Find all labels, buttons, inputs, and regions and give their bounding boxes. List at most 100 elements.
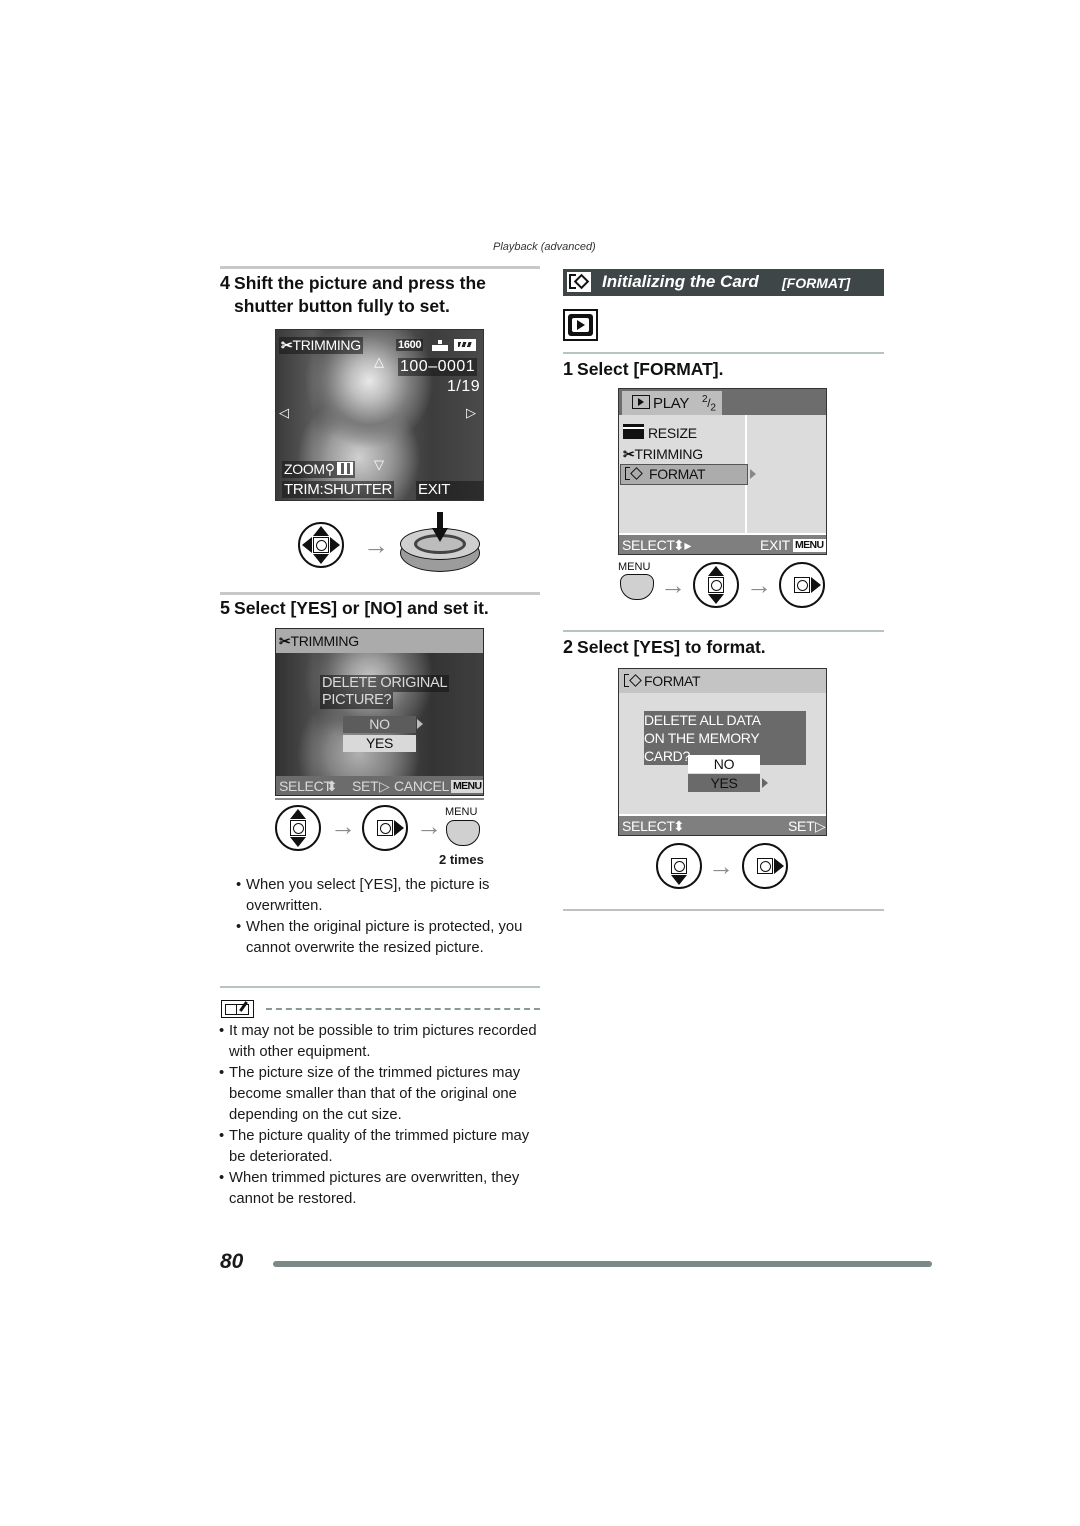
- option-pointer-icon: [417, 719, 423, 729]
- down-arrow-icon: ▽: [374, 457, 384, 472]
- screen-title-bar: FORMAT: [619, 669, 826, 693]
- select-label: SELECT: [622, 818, 675, 834]
- menu-item-label: FORMAT: [649, 466, 706, 482]
- right-arrow-icon: ▷: [466, 405, 476, 420]
- option-no[interactable]: NO: [688, 755, 760, 773]
- step-title-line: shutter button fully to set.: [234, 296, 450, 316]
- arrow-right-icon: →: [746, 570, 772, 600]
- frame-count: 1/19: [447, 378, 481, 395]
- step-5-heading: 5 Select [YES] or [NO] and set it.: [220, 597, 540, 620]
- format-icon: [625, 467, 645, 481]
- divider: [563, 630, 884, 632]
- option-yes[interactable]: YES: [343, 735, 416, 752]
- format-icon: [624, 674, 644, 688]
- screen-bottom-bar: SELECT ⬍ SET ▷: [619, 816, 826, 835]
- menu-label: MENU: [618, 561, 651, 573]
- question-line: DELETE ALL DATA: [644, 712, 761, 728]
- menu-key-icon: MENU: [451, 780, 483, 793]
- menu-item-resize[interactable]: RESIZE: [623, 424, 743, 442]
- divider: [220, 592, 540, 595]
- menu-item-trimming[interactable]: ✂TRIMMING: [623, 445, 743, 463]
- screen-bottom-bar: SELECT ⬍▸ EXIT MENU: [619, 535, 826, 554]
- trim-shutter-label: TRIM:SHUTTER: [282, 481, 395, 498]
- file-number: 100–0001: [398, 358, 478, 376]
- up-down-right-icon: ⬍▸: [673, 537, 692, 553]
- page-num: 2: [702, 394, 708, 405]
- set-label: SET: [352, 778, 379, 794]
- option-pointer-icon: [762, 778, 768, 788]
- page-den: 2: [710, 402, 716, 414]
- section-title: Initializing the Card: [602, 272, 759, 291]
- zoom-label: ZOOM⚲: [282, 461, 355, 478]
- divider: [563, 352, 884, 354]
- option-no[interactable]: NO: [343, 716, 416, 733]
- question-line: DELETE ORIGINAL: [320, 675, 450, 692]
- note-item: It may not be possible to trim pictures …: [219, 1021, 539, 1063]
- divider: [220, 266, 540, 269]
- submenu-arrow-icon: [750, 469, 756, 479]
- cursor-dial-all-directions: [298, 522, 344, 568]
- page-number: 80: [220, 1250, 244, 1273]
- exit-label: EXITMENU: [416, 481, 483, 500]
- step-1-heading: 1 Select [FORMAT].: [563, 358, 884, 381]
- exit-text: EXIT: [418, 481, 451, 498]
- note-item: When trimmed pictures are overwritten, t…: [219, 1168, 539, 1210]
- mode-label-text: TRIMMING: [292, 337, 361, 353]
- arrow-right-icon: →: [416, 811, 442, 841]
- cursor-dial-right: [742, 843, 788, 889]
- cursor-dial-right: [362, 805, 408, 851]
- divider: [275, 798, 484, 800]
- section-header-format: Initializing the Card [FORMAT]: [563, 269, 884, 296]
- step-title-text: Select [YES] to format.: [577, 637, 766, 657]
- notes-list: It may not be possible to trim pictures …: [219, 1021, 539, 1210]
- right-arrow-icon: ▷: [815, 818, 826, 834]
- arrow-right-icon: →: [660, 570, 686, 600]
- bullet-item: When you select [YES], the picture is ov…: [236, 875, 536, 917]
- tab-label: PLAY: [653, 395, 690, 412]
- right-arrow-icon: ▷: [379, 778, 390, 794]
- play-icon: [632, 395, 650, 409]
- up-down-icon: ⬍: [326, 778, 338, 794]
- shutter-button-icon: [400, 512, 482, 576]
- option-yes[interactable]: YES: [688, 774, 760, 792]
- step-4-heading: 4 Shift the picture and press the shutter …: [220, 272, 540, 318]
- battery-icon: [454, 339, 476, 351]
- page-indicator: 2/2: [702, 394, 716, 414]
- up-arrow-icon: △: [374, 354, 384, 369]
- step-number: 1: [563, 359, 574, 379]
- magnifier-icon: ⚲: [324, 461, 335, 477]
- playback-mode-icon: [563, 309, 598, 341]
- divider: [563, 909, 884, 911]
- menu-label: MENU: [445, 806, 478, 818]
- mode-label-text: TRIMMING: [290, 633, 359, 649]
- screen-bottom-bar: SELECT ⬍ SET ▷ CANCEL MENU: [276, 776, 483, 795]
- menu-item-label: TRIMMING: [634, 446, 703, 462]
- left-arrow-icon: ◁: [279, 405, 289, 420]
- step-title-line: Shift the picture and press the: [234, 273, 486, 293]
- divider: [220, 986, 540, 988]
- cursor-dial-up-down: [693, 562, 739, 608]
- resize-icon: [623, 424, 644, 439]
- menu-item-format[interactable]: FORMAT: [620, 464, 748, 485]
- format-icon: [567, 272, 591, 292]
- select-label: SELECT: [279, 778, 332, 794]
- menu-button-icon: [446, 820, 480, 846]
- scissors-icon: ✂: [281, 337, 293, 353]
- running-head: Playback (advanced): [493, 241, 596, 253]
- grid-icon: [336, 462, 353, 475]
- camera-screen-delete-original: ✂TRIMMING DELETE ORIGINAL PICTURE? NO YE…: [275, 628, 484, 796]
- camera-screen-format-confirm: FORMAT DELETE ALL DATA ON THE MEMORY CAR…: [618, 668, 827, 836]
- bullet-item: When the original picture is protected, …: [236, 917, 536, 959]
- tab-play[interactable]: PLAY 2/2: [622, 391, 722, 415]
- exit-label: EXIT: [760, 537, 790, 553]
- cancel-label: CANCEL: [394, 778, 449, 794]
- step-5-notes: When you select [YES], the picture is ov…: [236, 875, 536, 959]
- arrow-right-icon: →: [708, 851, 734, 881]
- step-2-heading: 2 Select [YES] to format.: [563, 636, 884, 659]
- arrow-right-icon: →: [330, 811, 356, 841]
- note-item: The picture quality of the trimmed pictu…: [219, 1126, 539, 1168]
- step-number: 2: [563, 637, 574, 657]
- step-title-text: Select [YES] or [NO] and set it.: [234, 598, 489, 618]
- camera-screen-trimming: ✂TRIMMING 1600 △ 100–0001 1/19 ◁ ▷ ▽ ZOO…: [275, 329, 484, 501]
- quality-icon: [432, 340, 448, 351]
